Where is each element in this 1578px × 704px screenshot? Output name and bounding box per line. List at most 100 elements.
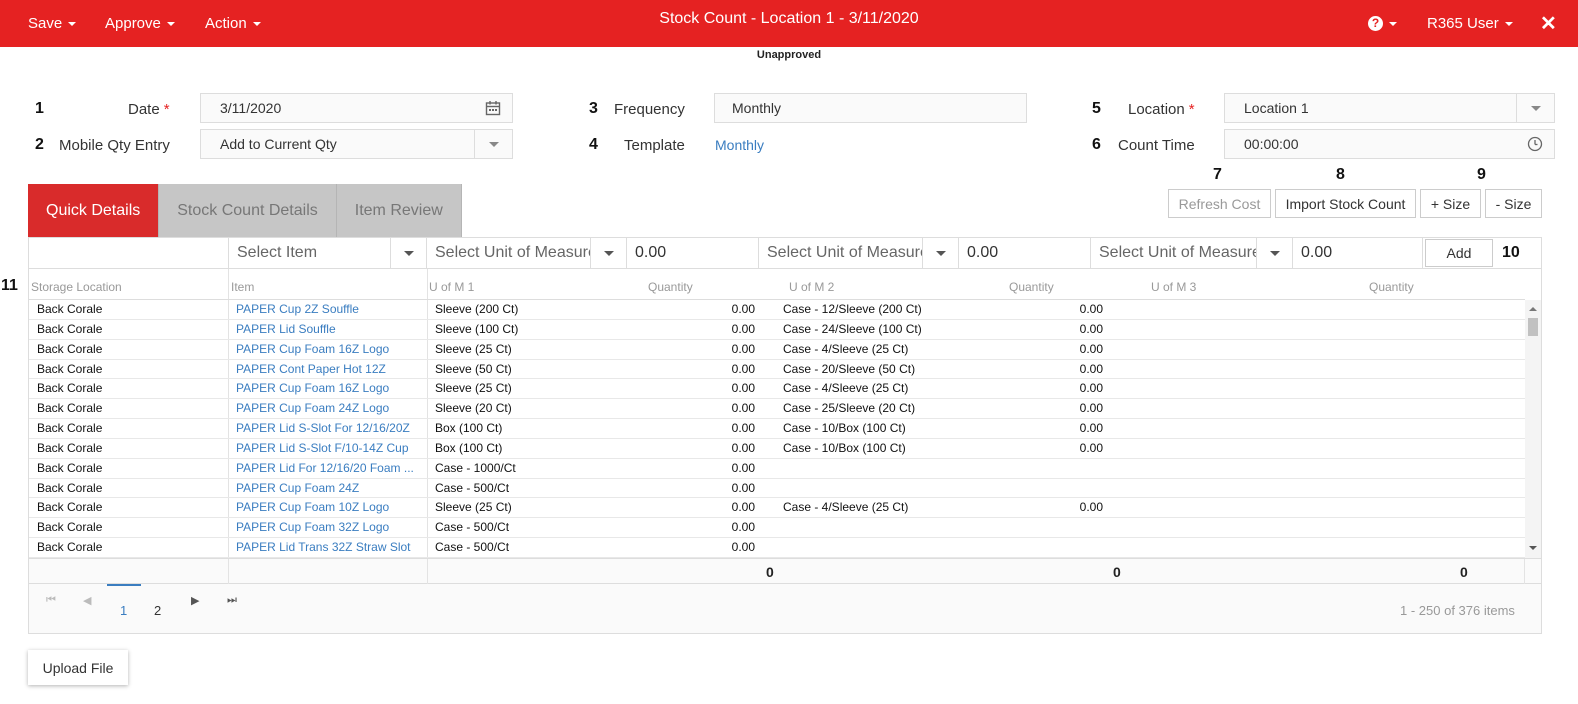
col-item[interactable]: Item	[231, 269, 254, 299]
add-button[interactable]: Add	[1425, 239, 1493, 267]
col-quantity2[interactable]: Quantity	[1009, 269, 1054, 299]
status-badge: Unapproved	[756, 49, 822, 61]
location-select[interactable]: Location 1	[1224, 93, 1555, 123]
user-menu[interactable]: R365 User	[1427, 0, 1513, 47]
uom2-cell: Case - 10/Box (100 Ct)	[783, 421, 906, 436]
close-icon[interactable]: ✕	[1540, 0, 1557, 47]
quantity2-cell: 0.00	[1079, 361, 1103, 376]
item-link[interactable]: PAPER Lid S-Slot For 12/16/20Z	[236, 421, 421, 435]
item-link[interactable]: PAPER Lid For 12/16/20 Foam ...	[236, 461, 421, 475]
scroll-thumb[interactable]	[1528, 318, 1538, 336]
table-row[interactable]: Back Corale PAPER Lid S-Slot For 12/16/20…	[29, 419, 1525, 439]
quantity2-cell: 0.00	[1079, 302, 1103, 316]
chevron-down-icon[interactable]	[922, 238, 958, 268]
table-row[interactable]: Back Corale PAPER Cup Foam 10Z Logo Sleeve…	[29, 498, 1525, 519]
qty3-input[interactable]: 0.00	[1293, 238, 1423, 268]
clock-icon[interactable]	[1516, 130, 1554, 158]
tab-quick-details[interactable]: Quick Details	[28, 184, 160, 237]
item-link[interactable]: PAPER Lid S-Slot F/10-14Z Cup	[236, 441, 421, 455]
tab-item-review[interactable]: Item Review	[336, 184, 462, 237]
col-uom2[interactable]: U of M 2	[789, 269, 834, 299]
chevron-down-icon[interactable]	[1516, 94, 1554, 122]
quantity1-cell: 0.00	[731, 540, 755, 555]
increase-size-button[interactable]: + Size	[1420, 189, 1481, 218]
table-row[interactable]: Back Corale PAPER Lid Souffle Sleeve (100 …	[29, 320, 1525, 340]
table-row[interactable]: Back Corale PAPER Lid S-Slot F/10-14Z Cup…	[29, 439, 1525, 459]
table-row[interactable]: Back Corale PAPER Lid For 12/16/20 Foam .…	[29, 459, 1525, 479]
quantity1-cell: 0.00	[731, 520, 755, 535]
storage-location-cell: Back Corale	[37, 460, 103, 475]
select-item-dropdown[interactable]: Select Item	[229, 238, 427, 268]
item-link[interactable]: PAPER Cup Foam 16Z Logo	[236, 342, 421, 356]
storage-location-cell: Back Corale	[37, 361, 103, 376]
storage-location-cell: Back Corale	[37, 421, 103, 436]
quantity2-cell: 0.00	[1079, 341, 1103, 356]
col-quantity1[interactable]: Quantity	[648, 269, 693, 299]
next-page-icon[interactable]: ▶	[191, 594, 199, 607]
table-row[interactable]: Back Corale PAPER Lid Trans 32Z Straw Slo…	[29, 538, 1525, 558]
tab-stock-count-details[interactable]: Stock Count Details	[159, 184, 337, 237]
select-uom1-dropdown[interactable]: Select Unit of Measure	[427, 238, 627, 268]
item-link[interactable]: PAPER Cup Foam 24Z	[236, 481, 421, 495]
page-2[interactable]: 2	[154, 603, 161, 618]
table-row[interactable]: Back Corale PAPER Cup Foam 16Z Logo Sleeve…	[29, 340, 1525, 360]
quantity2-cell: 0.00	[1079, 421, 1103, 436]
count-time-field[interactable]: 00:00:00	[1224, 129, 1555, 159]
col-uom1[interactable]: U of M 1	[429, 269, 474, 299]
marker-6: 6	[1092, 136, 1101, 153]
marker-1: 1	[35, 100, 44, 117]
prev-page-icon[interactable]: ◀	[83, 594, 91, 607]
scroll-down-icon[interactable]	[1529, 546, 1537, 550]
template-link[interactable]: Monthly	[715, 137, 764, 153]
select-uom3-dropdown[interactable]: Select Unit of Measure	[1091, 238, 1293, 268]
scroll-up-icon[interactable]	[1529, 307, 1537, 311]
table-row[interactable]: Back Corale PAPER Cup Foam 16Z Logo Sleeve…	[29, 379, 1525, 400]
vertical-scrollbar[interactable]	[1525, 300, 1541, 558]
col-quantity3[interactable]: Quantity	[1369, 269, 1414, 299]
item-link[interactable]: PAPER Lid Souffle	[236, 322, 421, 336]
qty2-input[interactable]: 0.00	[959, 238, 1091, 268]
chevron-down-icon[interactable]	[474, 130, 512, 158]
help-menu[interactable]: ?	[1368, 0, 1397, 47]
select-uom1-placeholder: Select Unit of Measure	[435, 244, 597, 261]
page-1[interactable]: 1	[120, 603, 127, 618]
page-title: Stock Count - Location 1 - 3/11/2020	[659, 10, 919, 27]
storage-location-cell: Back Corale	[37, 500, 103, 515]
item-link[interactable]: PAPER Cup Foam 24Z Logo	[236, 401, 421, 415]
item-link[interactable]: PAPER Cont Paper Hot 12Z	[236, 362, 421, 376]
item-link[interactable]: PAPER Cup Foam 10Z Logo	[236, 500, 421, 514]
last-page-icon[interactable]: ⏭	[227, 594, 237, 607]
refresh-cost-button[interactable]: Refresh Cost	[1168, 189, 1271, 218]
chevron-down-icon[interactable]	[590, 238, 626, 268]
chevron-down-icon[interactable]	[390, 238, 426, 268]
item-link[interactable]: PAPER Lid Trans 32Z Straw Slot	[236, 540, 421, 554]
select-uom2-dropdown[interactable]: Select Unit of Measure	[759, 238, 959, 268]
chevron-down-icon	[1389, 21, 1397, 26]
table-row[interactable]: Back Corale PAPER Cup Foam 24Z Case - 500/…	[29, 479, 1525, 499]
quantity2-cell: 0.00	[1079, 500, 1103, 515]
date-field[interactable]: 3/11/2020	[200, 93, 513, 123]
upload-file-button[interactable]: Upload File	[28, 650, 128, 685]
frequency-label: Frequency	[614, 101, 685, 118]
item-link[interactable]: PAPER Cup 2Z Souffle	[236, 302, 421, 316]
count-time-value: 00:00:00	[1244, 136, 1299, 152]
uom1-cell: Case - 500/Ct	[435, 480, 510, 495]
uom1-cell: Sleeve (25 Ct)	[435, 500, 512, 515]
col-uom3[interactable]: U of M 3	[1151, 269, 1196, 299]
stock-count-grid: Select Item Select Unit of Measure 0.00 …	[28, 237, 1542, 634]
import-stock-count-button[interactable]: Import Stock Count	[1275, 189, 1416, 218]
item-link[interactable]: PAPER Cup Foam 16Z Logo	[236, 381, 421, 395]
table-row[interactable]: Back Corale PAPER Cup 2Z Souffle Sleeve (2…	[29, 300, 1525, 320]
table-row[interactable]: Back Corale PAPER Cont Paper Hot 12Z Sleev…	[29, 360, 1525, 380]
qty1-input[interactable]: 0.00	[627, 238, 759, 268]
table-row[interactable]: Back Corale PAPER Cup Foam 32Z Logo Case -…	[29, 518, 1525, 539]
table-row[interactable]: Back Corale PAPER Cup Foam 24Z Logo Sleeve…	[29, 399, 1525, 420]
calendar-icon[interactable]	[474, 94, 512, 122]
chevron-down-icon[interactable]	[1256, 238, 1292, 268]
item-link[interactable]: PAPER Cup Foam 32Z Logo	[236, 520, 421, 534]
first-page-icon[interactable]: ⏮	[46, 594, 56, 607]
decrease-size-button[interactable]: - Size	[1485, 189, 1542, 218]
marker-3: 3	[589, 100, 598, 117]
col-storage-location[interactable]: Storage Location	[31, 269, 122, 299]
mobile-qty-select[interactable]: Add to Current Qty	[200, 129, 513, 159]
